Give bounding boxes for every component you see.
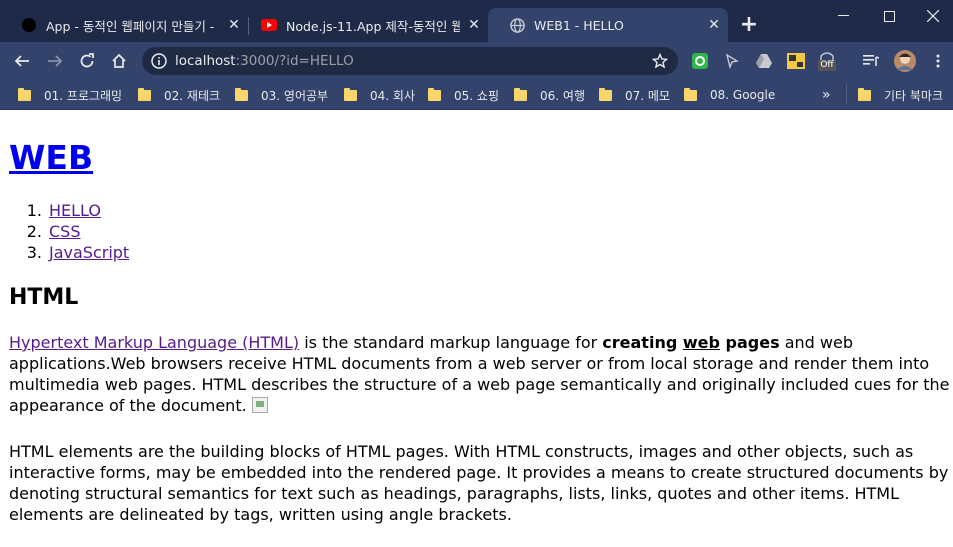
home-icon[interactable] xyxy=(108,50,130,72)
github-icon xyxy=(21,17,37,33)
topic-link-hello[interactable]: HELLO xyxy=(49,201,101,220)
url-host: localhost xyxy=(175,53,236,69)
folder-icon xyxy=(138,87,151,101)
tab-strip: App - 동적인 웹페이지 만들기 - ✕ Node.js-11.App 제작… xyxy=(0,0,953,42)
tab-title: App - 동적인 웹페이지 만들기 - xyxy=(46,18,215,34)
new-tab-icon[interactable]: + xyxy=(738,14,760,36)
avatar[interactable] xyxy=(894,50,916,72)
tab-title: Node.js-11.App 제작-동적인 웹페 xyxy=(286,18,460,34)
bookmark-folder[interactable]: 03. 영어공부 xyxy=(235,85,328,105)
browser-toolbar: localhost:3000/?id=HELLO Off xyxy=(0,42,953,80)
bookmark-label: 01. 프로그래밍 xyxy=(44,88,123,103)
other-bookmarks[interactable]: 기타 북마크 xyxy=(858,85,943,105)
topic-link-css[interactable]: CSS xyxy=(49,222,80,241)
bookmark-folder[interactable]: 04. 회사 xyxy=(344,85,415,105)
off-badge: Off xyxy=(818,59,836,71)
site-title-link[interactable]: WEB xyxy=(9,138,93,177)
folder-icon xyxy=(858,87,871,101)
google-drive-icon[interactable] xyxy=(755,52,773,70)
tab-app[interactable]: App - 동적인 웹페이지 만들기 - ✕ xyxy=(0,8,248,42)
info-icon[interactable] xyxy=(151,53,167,69)
bookmark-label: 07. 메모 xyxy=(625,88,670,103)
folder-icon xyxy=(18,87,31,101)
forward-arrow-icon[interactable] xyxy=(44,50,66,72)
tab-title: WEB1 - HELLO xyxy=(534,17,624,33)
tab-web1[interactable]: WEB1 - HELLO ✕ xyxy=(488,8,728,42)
bookmarks-divider xyxy=(846,84,847,104)
playlist-icon[interactable] xyxy=(862,52,880,70)
paragraph-intro: Hypertext Markup Language (HTML) is the … xyxy=(9,332,951,416)
extension-green-icon[interactable] xyxy=(691,52,709,70)
topic-list: 1. HELLO 2. CSS 3. JavaScript xyxy=(9,200,129,263)
bookmark-folder[interactable]: 02. 재테크 xyxy=(138,85,220,105)
list-number: 1. xyxy=(26,201,42,220)
paragraph-elements: HTML elements are the building blocks of… xyxy=(9,442,949,524)
url-path: :3000/?id=HELLO xyxy=(235,53,354,69)
url-text: localhost:3000/?id=HELLO xyxy=(175,53,354,69)
off-extension-icon[interactable]: Off xyxy=(818,48,836,74)
bookmarks-overflow-icon[interactable]: » xyxy=(822,87,831,103)
clipper-extension-icon[interactable] xyxy=(787,52,805,70)
folder-icon xyxy=(599,87,612,101)
site-title: WEB xyxy=(9,138,93,177)
bookmark-folder[interactable]: 05. 쇼핑 xyxy=(428,85,499,105)
back-arrow-icon[interactable] xyxy=(11,50,33,72)
list-number: 2. xyxy=(26,222,42,241)
bold-text-a: creating xyxy=(602,333,683,352)
bookmark-label: 04. 회사 xyxy=(370,88,415,103)
bookmark-folder[interactable]: 06. 여행 xyxy=(514,85,585,105)
list-item: 3. JavaScript xyxy=(9,242,129,263)
bookmark-folder[interactable]: 07. 메모 xyxy=(599,85,670,105)
topic-link-javascript[interactable]: JavaScript xyxy=(49,243,129,262)
minimize-icon[interactable] xyxy=(820,0,866,32)
folder-icon xyxy=(684,87,697,101)
text: is the standard markup language for xyxy=(299,333,603,352)
globe-icon xyxy=(509,17,525,33)
folder-icon xyxy=(235,87,248,101)
bold-text: creating web pages xyxy=(602,333,779,352)
cursor-extension-icon[interactable] xyxy=(723,52,741,70)
bookmark-star-icon[interactable] xyxy=(651,52,669,69)
list-number: 3. xyxy=(26,243,42,262)
close-tab-icon[interactable]: ✕ xyxy=(706,17,722,33)
youtube-icon xyxy=(261,17,277,33)
broken-image-icon xyxy=(251,397,268,413)
bookmark-label: 06. 여행 xyxy=(540,88,585,103)
bookmark-label: 기타 북마크 xyxy=(884,88,944,103)
reload-icon[interactable] xyxy=(76,50,98,72)
folder-icon xyxy=(514,87,527,101)
tab-nodejs[interactable]: Node.js-11.App 제작-동적인 웹페 ✕ xyxy=(240,8,488,42)
section-heading: HTML xyxy=(9,285,79,310)
close-tab-icon[interactable]: ✕ xyxy=(466,17,482,33)
bookmark-label: 08. Google xyxy=(710,88,776,102)
page-content: WEB 1. HELLO 2. CSS 3. JavaScript HTML Hype… xyxy=(0,112,953,547)
maximize-icon[interactable] xyxy=(866,0,912,32)
bold-text-b: pages xyxy=(719,333,780,352)
list-item: 2. CSS xyxy=(9,221,129,242)
folder-icon xyxy=(344,87,357,101)
bookmark-label: 02. 재테크 xyxy=(164,88,221,103)
kebab-menu-icon[interactable] xyxy=(929,52,947,70)
bookmark-folder[interactable]: 01. 프로그래밍 xyxy=(18,85,122,105)
address-bar[interactable]: localhost:3000/?id=HELLO xyxy=(142,47,678,75)
close-window-icon[interactable] xyxy=(912,0,953,32)
html-wiki-link[interactable]: Hypertext Markup Language (HTML) xyxy=(9,333,299,352)
bookmark-label: 03. 영어공부 xyxy=(261,88,329,103)
underlined-text: web xyxy=(682,333,720,352)
list-item: 1. HELLO xyxy=(9,200,129,221)
folder-icon xyxy=(428,87,441,101)
bookmarks-bar: 01. 프로그래밍 02. 재테크 03. 영어공부 04. 회사 05. 쇼핑… xyxy=(0,80,953,110)
bookmark-folder[interactable]: 08. Google xyxy=(684,85,775,105)
bookmark-label: 05. 쇼핑 xyxy=(454,88,499,103)
